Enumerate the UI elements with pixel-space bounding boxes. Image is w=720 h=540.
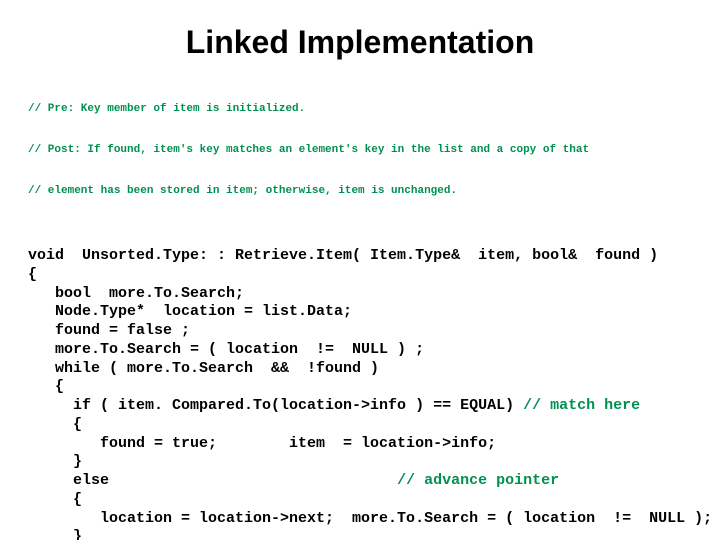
slide-title: Linked Implementation bbox=[28, 24, 692, 61]
code-line: { bbox=[28, 491, 82, 508]
code-line: { bbox=[28, 416, 82, 433]
inline-comment: // match here bbox=[523, 397, 640, 414]
code-line: else bbox=[28, 472, 397, 489]
comment-line: // element has been stored in item; othe… bbox=[28, 185, 692, 199]
code-line: void Unsorted.Type: : Retrieve.Item( Ite… bbox=[28, 247, 658, 264]
code-line: location = location->next; more.To.Searc… bbox=[28, 510, 712, 527]
code-line: found = false ; bbox=[28, 322, 190, 339]
code-line: while ( more.To.Search && !found ) bbox=[28, 360, 379, 377]
code-line: if ( item. Compared.To(location->info ) … bbox=[28, 397, 523, 414]
slide: Linked Implementation // Pre: Key member… bbox=[0, 0, 720, 540]
code-line: { bbox=[28, 266, 37, 283]
comment-line: // Post: If found, item's key matches an… bbox=[28, 144, 692, 158]
inline-comment: // advance pointer bbox=[397, 472, 559, 489]
code-line: } bbox=[28, 453, 82, 470]
code-line: bool more.To.Search; bbox=[28, 285, 244, 302]
code-line: } bbox=[28, 528, 82, 540]
code-line: more.To.Search = ( location != NULL ) ; bbox=[28, 341, 424, 358]
code-line: Node.Type* location = list.Data; bbox=[28, 303, 352, 320]
code-line: found = true; item = location->info; bbox=[28, 435, 496, 452]
code-block: void Unsorted.Type: : Retrieve.Item( Ite… bbox=[28, 228, 692, 540]
comment-line: // Pre: Key member of item is initialize… bbox=[28, 103, 692, 117]
header-comments: // Pre: Key member of item is initialize… bbox=[28, 75, 692, 226]
code-line: { bbox=[28, 378, 64, 395]
